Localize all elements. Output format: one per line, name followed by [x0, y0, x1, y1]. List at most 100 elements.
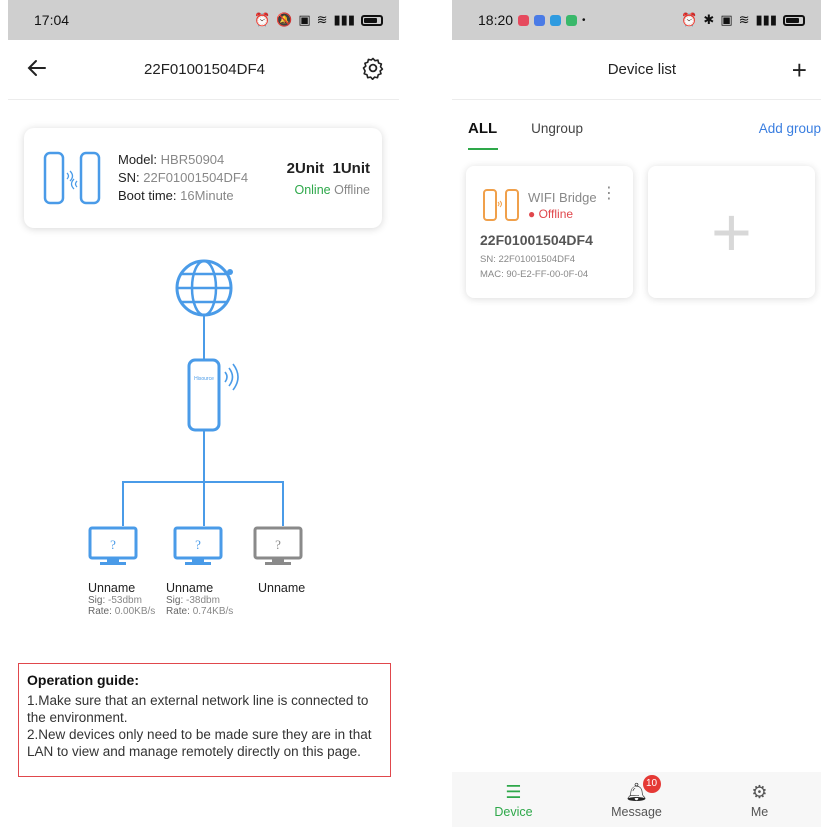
rate-value: 0.74KB/s — [192, 606, 234, 617]
client-rate: Rate: 0.74KB/s — [166, 606, 236, 617]
alarm-icon: ⏰ — [681, 12, 698, 27]
status-icons: ⏰ ✱ ▣ ≋ ▮▮▮ — [681, 12, 805, 28]
boot-value: 16Minute — [180, 188, 234, 203]
device-detail-screen: 17:04 ⏰ 🔕 ▣ ≋ ▮▮▮ 22F01001504DF4 Model: … — [8, 0, 399, 827]
list-icon: ☰ — [505, 781, 522, 802]
hd-icon: ▣ — [720, 12, 733, 27]
online-unit-count: 2Unit — [286, 159, 325, 177]
page-title: Device list — [607, 61, 677, 78]
offline-label: Offline — [334, 182, 370, 197]
boot-label: Boot time: — [118, 188, 177, 203]
client-rate: Rate: 0.00KB/s — [88, 606, 158, 617]
svg-text:?: ? — [110, 537, 116, 552]
guide-line-1: 1.Make sure that an external network lin… — [27, 693, 369, 725]
status-left: 18:20 • — [478, 12, 586, 28]
nav-me-label: Me — [750, 804, 769, 819]
add-device-card[interactable]: + — [648, 166, 815, 298]
rate-value: 0.00KB/s — [114, 606, 156, 617]
more-options-icon[interactable]: ⋮ — [601, 186, 617, 202]
sn-label: SN: — [118, 170, 140, 185]
tab-ungroup[interactable]: Ungroup — [531, 121, 583, 136]
device-card[interactable]: WIFI Bridge ● Offline ⋮ 22F01001504DF4 S… — [466, 166, 633, 298]
notification-app-icon — [534, 14, 546, 26]
bottom-navigation: ☰ Device 🔔︎ 10 Message ⚙ Me — [452, 772, 821, 827]
device-sn: SN: 22F01001504DF4 — [480, 254, 576, 265]
battery-icon — [783, 14, 805, 26]
wifi-icon: ≋ — [738, 12, 750, 27]
model-label: Model: — [118, 152, 158, 167]
signal-icon: ▮▮▮ — [333, 12, 355, 27]
client-device-2[interactable]: ? Unname Sig: -38dbm Rate: 0.74KB/s — [166, 526, 236, 617]
guide-title-text: Operation guide — [27, 672, 135, 688]
offline-unit-count: 1Unit — [332, 159, 371, 177]
monitor-unknown-icon: ? — [88, 526, 138, 565]
device-mac: MAC: 90-E2-FF-00-0F-04 — [480, 269, 589, 280]
bell-icon: 🔔︎ — [625, 781, 648, 802]
guide-title: Operation guide: — [27, 672, 140, 688]
alarm-icon: ⏰ — [253, 12, 271, 27]
device-info-text: Model: HBR50904 SN: 22F01001504DF4 Boot … — [118, 151, 248, 205]
add-plus-icon[interactable]: + — [792, 57, 807, 83]
device-name: WIFI Bridge — [528, 190, 597, 205]
network-topology: Hisource — [122, 259, 284, 526]
device-list-screen: 18:20 • ⏰ ✱ ▣ ≋ ▮▮▮ Device list + ALL Un… — [452, 0, 821, 827]
client-name: Unname — [258, 581, 306, 595]
client-signal: Sig: -53dbm — [88, 595, 158, 606]
bridge-device-icon: Hisource — [187, 358, 239, 432]
settings-gear-icon[interactable] — [361, 56, 385, 84]
notification-app-icon — [550, 14, 562, 26]
bridge-logo-text: Hisource — [194, 376, 214, 382]
mute-icon: 🔕 — [276, 12, 293, 27]
nav-message[interactable]: 🔔︎ 10 Message — [587, 774, 687, 819]
sn-value: 22F01001504DF4 — [143, 170, 249, 185]
monitor-unknown-icon: ? — [173, 526, 223, 565]
app-bar: Device list + — [452, 40, 821, 100]
signal-icon: ▮▮▮ — [755, 12, 777, 27]
boot-row: Boot time: 16Minute — [118, 187, 248, 205]
user-settings-icon: ⚙ — [751, 781, 768, 802]
add-group-link[interactable]: Add group — [759, 121, 821, 136]
device-status: ● Offline — [528, 207, 574, 221]
device-info-card[interactable]: Model: HBR50904 SN: 22F01001504DF4 Boot … — [24, 128, 382, 228]
rate-label: Rate: — [166, 606, 190, 617]
unit-summary: 2Unit 1Unit Online Offline — [287, 160, 370, 197]
client-signal: Sig: -38dbm — [166, 595, 236, 606]
status-bar: 17:04 ⏰ 🔕 ▣ ≋ ▮▮▮ — [8, 0, 399, 40]
device-id: 22F01001504DF4 — [480, 232, 593, 248]
sn-row: SN: 22F01001504DF4 — [118, 169, 248, 187]
svg-text:?: ? — [195, 537, 201, 552]
client-device-3[interactable]: ? Unname — [253, 526, 328, 595]
wifi-icon: ≋ — [316, 12, 328, 27]
nav-device[interactable]: ☰ Device — [464, 781, 564, 819]
monitor-unknown-icon: ? — [253, 526, 303, 565]
guide-line-2: 2.New devices only need to be made sure … — [27, 727, 372, 759]
nav-me[interactable]: ⚙ Me — [710, 781, 810, 819]
rate-label: Rate: — [88, 606, 112, 617]
add-plus-icon: + — [711, 193, 752, 271]
sig-label: Sig: — [88, 595, 106, 606]
tab-all[interactable]: ALL — [468, 120, 497, 137]
model-value: HBR50904 — [160, 152, 225, 167]
client-device-1[interactable]: ? Unname Sig: -53dbm Rate: 0.00KB/s — [88, 526, 158, 617]
device-card-info: WIFI Bridge ● Offline — [528, 190, 597, 221]
sig-label: Sig: — [166, 595, 184, 606]
hd-icon: ▣ — [298, 12, 311, 27]
app-bar: 22F01001504DF4 — [8, 40, 399, 100]
back-arrow-icon[interactable] — [26, 57, 48, 83]
svg-text:?: ? — [275, 537, 281, 552]
bridge-pair-icon — [483, 189, 519, 221]
device-status-text: Offline — [538, 207, 574, 221]
group-tabs: ALL Ungroup Add group — [452, 100, 821, 156]
page-title: 22F01001504DF4 — [144, 61, 265, 78]
notification-app-icon — [566, 14, 578, 26]
unit-counts: 2Unit 1Unit — [287, 160, 370, 177]
dot-icon: • — [582, 14, 586, 26]
bluetooth-icon: ✱ — [703, 12, 715, 27]
battery-icon — [361, 14, 383, 26]
notification-app-icon — [518, 14, 530, 26]
operation-guide-box: Operation guide: 1.Make sure that an ext… — [18, 663, 391, 777]
message-badge: 10 — [642, 774, 661, 793]
nav-message-label: Message — [611, 804, 662, 819]
status-time: 17:04 — [34, 12, 70, 28]
active-tab-indicator — [468, 148, 498, 150]
